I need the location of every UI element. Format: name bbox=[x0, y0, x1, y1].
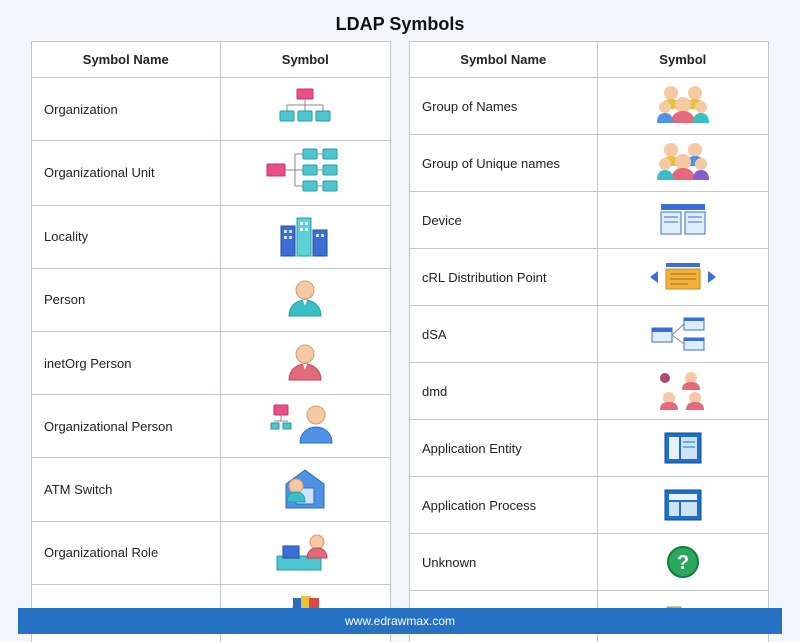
symbol-name: dmd bbox=[410, 363, 598, 420]
application-process-icon bbox=[623, 483, 743, 527]
organization-icon bbox=[245, 86, 365, 130]
svg-text:?: ? bbox=[677, 552, 689, 574]
symbol-cell bbox=[597, 420, 768, 477]
table-row: Device bbox=[410, 192, 769, 249]
table-row: Person bbox=[32, 268, 391, 331]
symbol-name: Unknown bbox=[410, 534, 598, 591]
symbol-cell bbox=[220, 205, 390, 268]
page: LDAP Symbols Symbol Name Symbol Organiza… bbox=[0, 0, 800, 642]
table-row: ATM Switch bbox=[32, 458, 391, 521]
atm-switch-icon bbox=[245, 465, 365, 509]
organizational-person-icon bbox=[245, 402, 365, 446]
crl-distribution-point-icon bbox=[623, 255, 743, 299]
col-header-symbol: Symbol bbox=[597, 42, 768, 78]
symbol-cell bbox=[597, 363, 768, 420]
organizational-role-icon bbox=[245, 529, 365, 573]
symbols-table-left: Symbol Name Symbol Organization Organiza… bbox=[31, 41, 391, 642]
tables-container: Symbol Name Symbol Organization Organiza… bbox=[0, 41, 800, 642]
symbol-cell: ? bbox=[597, 534, 768, 591]
symbol-name: Device bbox=[410, 192, 598, 249]
table-row: Application Process bbox=[410, 477, 769, 534]
symbol-cell bbox=[220, 521, 390, 584]
group-of-names-icon bbox=[623, 82, 743, 126]
symbol-cell bbox=[220, 78, 390, 141]
table-row: Group of Unique names bbox=[410, 135, 769, 192]
symbol-cell bbox=[220, 331, 390, 394]
col-header-name: Symbol Name bbox=[410, 42, 598, 78]
symbol-name: Person bbox=[32, 268, 221, 331]
symbol-cell bbox=[597, 192, 768, 249]
col-header-name: Symbol Name bbox=[32, 42, 221, 78]
table-row: Organization bbox=[32, 78, 391, 141]
symbol-name: Organizational Role bbox=[32, 521, 221, 584]
table-row: Organizational Person bbox=[32, 395, 391, 458]
symbol-cell bbox=[597, 306, 768, 363]
symbol-cell bbox=[220, 458, 390, 521]
dsa-icon bbox=[623, 312, 743, 356]
symbol-name: cRL Distribution Point bbox=[410, 249, 598, 306]
symbol-name: Application Entity bbox=[410, 420, 598, 477]
table-row: Organizational Role bbox=[32, 521, 391, 584]
table-row: Application Entity bbox=[410, 420, 769, 477]
table-row: Organizational Unit bbox=[32, 141, 391, 205]
symbol-name: ATM Switch bbox=[32, 458, 221, 521]
symbol-name: Locality bbox=[32, 205, 221, 268]
table-row: Locality bbox=[32, 205, 391, 268]
unknown-icon: ? bbox=[623, 540, 743, 584]
table-row: dSA bbox=[410, 306, 769, 363]
device-icon bbox=[623, 198, 743, 242]
symbol-cell bbox=[220, 268, 390, 331]
person-icon bbox=[245, 276, 365, 320]
symbol-name: Organizational Person bbox=[32, 395, 221, 458]
symbols-table-right: Symbol Name Symbol Group of Names Group bbox=[409, 41, 769, 642]
symbol-name: dSA bbox=[410, 306, 598, 363]
group-of-unique-names-icon bbox=[623, 139, 743, 183]
table-row: cRL Distribution Point bbox=[410, 249, 769, 306]
page-title: LDAP Symbols bbox=[0, 0, 800, 41]
organizational-unit-icon bbox=[245, 148, 365, 192]
symbol-cell bbox=[220, 395, 390, 458]
symbol-name: Organizational Unit bbox=[32, 141, 221, 205]
symbol-name: Organization bbox=[32, 78, 221, 141]
symbol-name: inetOrg Person bbox=[32, 331, 221, 394]
col-header-symbol: Symbol bbox=[220, 42, 390, 78]
symbol-cell bbox=[597, 249, 768, 306]
table-row: inetOrg Person bbox=[32, 331, 391, 394]
application-entity-icon bbox=[623, 426, 743, 470]
table-row: Group of Names bbox=[410, 78, 769, 135]
table-row: dmd bbox=[410, 363, 769, 420]
symbol-cell bbox=[597, 78, 768, 135]
symbol-name: Application Process bbox=[410, 477, 598, 534]
table-row: Unknown ? bbox=[410, 534, 769, 591]
locality-icon bbox=[245, 213, 365, 257]
inetorg-person-icon bbox=[245, 340, 365, 384]
footer-url: www.edrawmax.com bbox=[18, 608, 782, 634]
symbol-cell bbox=[597, 135, 768, 192]
dmd-icon bbox=[623, 368, 743, 412]
symbol-name: Group of Names bbox=[410, 78, 598, 135]
symbol-cell bbox=[597, 477, 768, 534]
symbol-cell bbox=[220, 141, 390, 205]
symbol-name: Group of Unique names bbox=[410, 135, 598, 192]
